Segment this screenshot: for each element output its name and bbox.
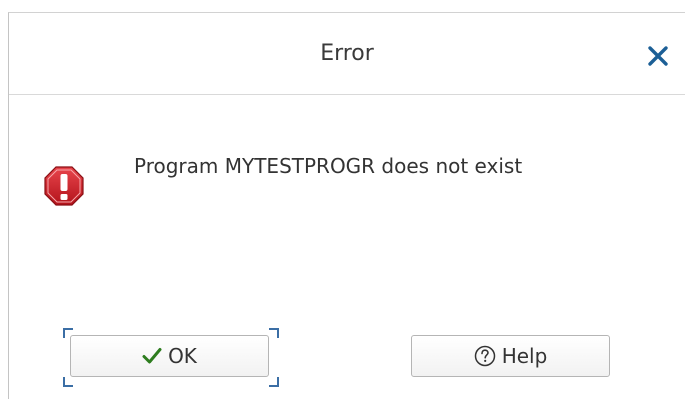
dialog-titlebar: Error	[9, 13, 685, 95]
dialog-title: Error	[320, 41, 374, 66]
help-button-label: Help	[501, 344, 548, 368]
focus-indicator	[269, 328, 279, 338]
focus-indicator	[269, 377, 279, 387]
error-message: Program MYTESTPROGR does not exist	[134, 154, 523, 178]
error-dialog: Error Program MYTESTPROGR does not exist	[8, 12, 685, 399]
close-icon	[648, 46, 668, 66]
error-stop-icon	[44, 166, 84, 206]
checkmark-icon	[142, 347, 162, 365]
close-button[interactable]	[645, 43, 671, 69]
question-circle-icon	[474, 345, 496, 367]
ok-button[interactable]: OK	[70, 335, 269, 377]
focus-indicator	[63, 377, 73, 387]
ok-button-label: OK	[168, 344, 197, 368]
help-button[interactable]: Help	[411, 335, 610, 377]
